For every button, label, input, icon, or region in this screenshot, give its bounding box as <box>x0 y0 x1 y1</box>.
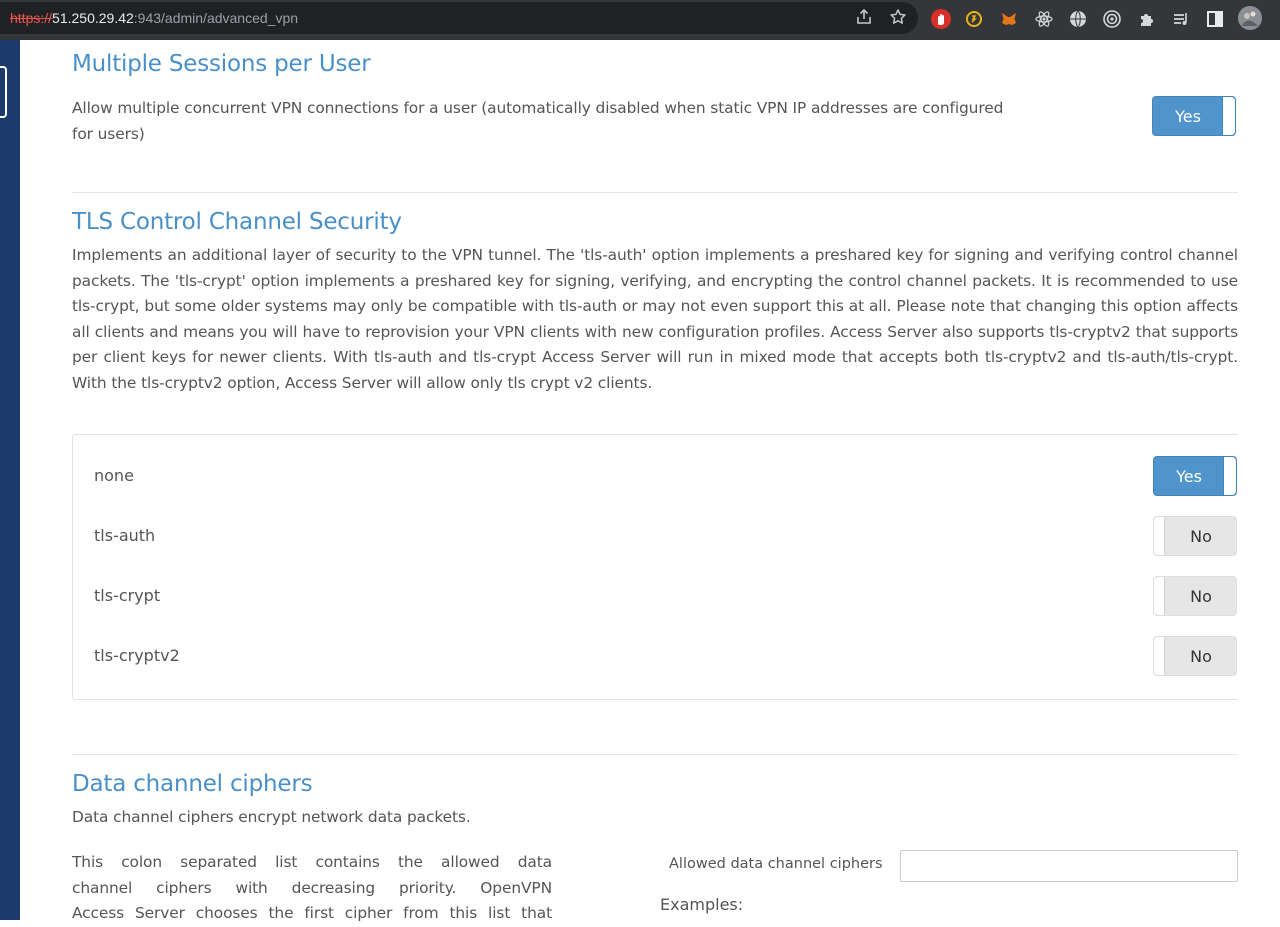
url-scheme: https:// <box>10 10 53 26</box>
ciphers-help-line1: This colon separated list contains the a… <box>72 853 552 871</box>
address-bar[interactable]: https://51.250.29.42:943/admin/advanced_… <box>0 2 918 34</box>
sidebar-collapse-handle[interactable] <box>0 66 7 118</box>
multi-sessions-title: Multiple Sessions per User <box>72 51 371 77</box>
profile-avatar[interactable] <box>1238 6 1262 30</box>
ciphers-field-label: Allowed data channel ciphers <box>669 856 883 872</box>
tls-option-toggle-tls-cryptv2[interactable]: No <box>1153 636 1237 676</box>
ciphers-description: Data channel ciphers encrypt network dat… <box>72 808 471 826</box>
ciphers-examples-label: Examples: <box>660 895 744 914</box>
multi-sessions-toggle[interactable]: Yes <box>1152 96 1236 136</box>
media-queue-icon[interactable] <box>1171 9 1191 29</box>
ciphers-help-line2: channel ciphers with decreasing priority… <box>72 878 552 897</box>
adblock-extension-icon[interactable] <box>931 9 951 29</box>
react-devtools-icon[interactable] <box>1034 9 1054 29</box>
tls-option-label-none: none <box>94 466 134 485</box>
ciphers-title: Data channel ciphers <box>72 771 313 797</box>
multi-sessions-description-line1: Allow multiple concurrent VPN connection… <box>72 99 1004 117</box>
side-panel-icon[interactable] <box>1205 9 1225 29</box>
ciphers-help-text: This colon separated list contains the a… <box>72 850 552 927</box>
tls-description: Implements an additional layer of securi… <box>72 246 1238 392</box>
share-icon[interactable] <box>854 8 874 28</box>
coin-extension-icon[interactable] <box>964 9 984 29</box>
tls-title: TLS Control Channel Security <box>72 209 402 235</box>
multi-sessions-description-line2: for users) <box>72 124 145 143</box>
puzzle-extensions-icon[interactable] <box>1137 9 1157 29</box>
section-divider <box>72 192 1238 193</box>
metamask-extension-icon[interactable] <box>999 9 1019 29</box>
target-extension-icon[interactable] <box>1102 9 1122 29</box>
bookmark-star-icon[interactable] <box>888 8 908 28</box>
section-divider <box>72 754 1238 755</box>
url-text[interactable]: https://51.250.29.42:943/admin/advanced_… <box>10 10 298 26</box>
tls-option-label-tls-crypt: tls-crypt <box>94 586 161 605</box>
tls-option-toggle-none[interactable]: Yes <box>1153 456 1237 496</box>
url-path: :943/admin/advanced_vpn <box>133 10 299 26</box>
admin-sidebar <box>0 40 20 920</box>
globe-extension-icon[interactable] <box>1068 9 1088 29</box>
ciphers-input[interactable] <box>900 850 1238 882</box>
tls-options-panel: none Yes tls-auth No tls-crypt No tls-cr… <box>72 434 1238 700</box>
tls-option-toggle-tls-auth[interactable]: No <box>1153 516 1237 556</box>
multi-sessions-description: Allow multiple concurrent VPN connection… <box>72 96 1132 147</box>
ciphers-help-line3: Access Server chooses the first cipher f… <box>72 904 552 922</box>
url-host: 51.250.29.42 <box>52 10 134 26</box>
tls-option-toggle-tls-crypt[interactable]: No <box>1153 576 1237 616</box>
tls-option-label-tls-auth: tls-auth <box>94 526 156 545</box>
tls-option-label-tls-cryptv2: tls-cryptv2 <box>94 646 180 665</box>
browser-toolbar: https://51.250.29.42:943/admin/advanced_… <box>0 0 1280 40</box>
